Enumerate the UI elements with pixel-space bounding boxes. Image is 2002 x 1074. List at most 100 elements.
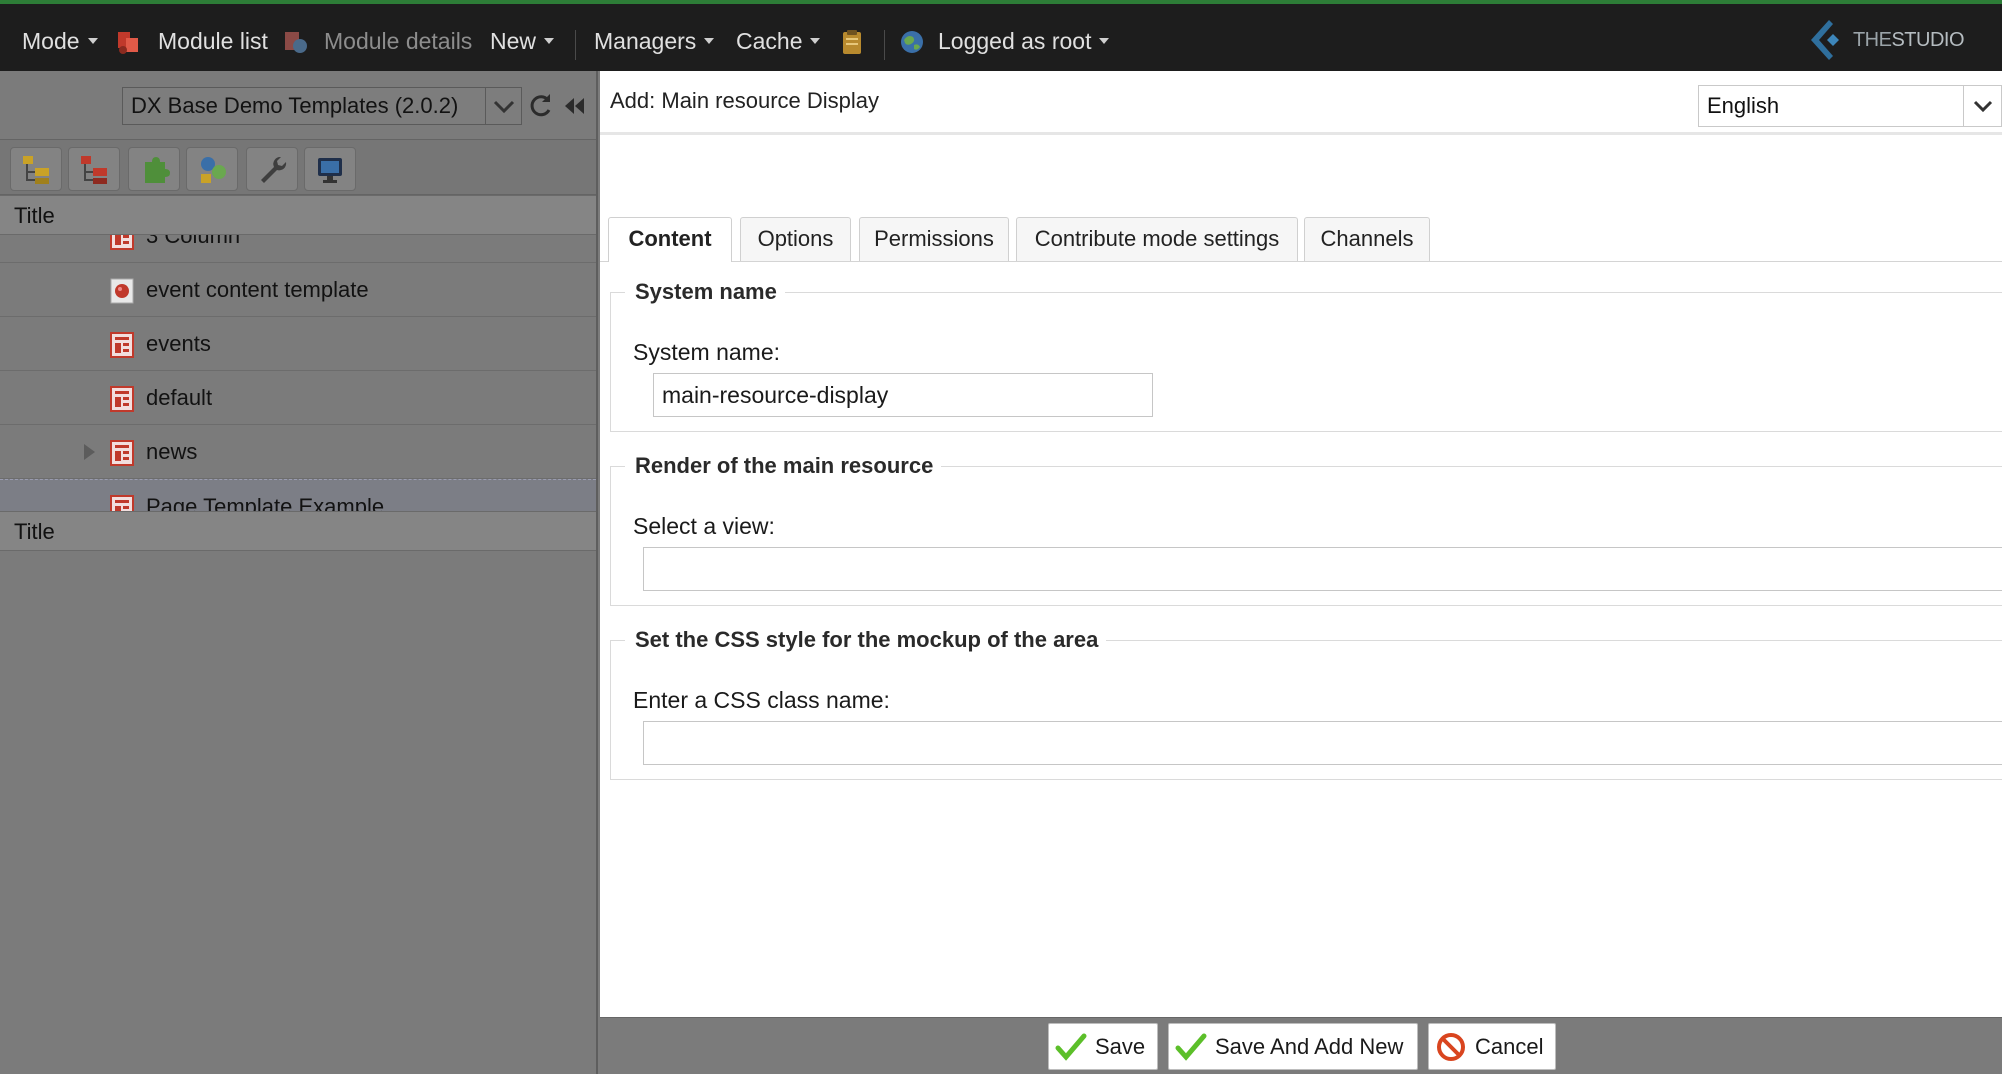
new-menu-label: New — [490, 28, 537, 54]
chevron-down-icon — [493, 100, 515, 114]
tree-toolbar — [0, 139, 596, 195]
save-button[interactable]: Save — [1048, 1023, 1158, 1070]
collapse-panel-icon[interactable] — [560, 91, 588, 121]
language-select[interactable]: English — [1698, 85, 2002, 127]
tab-content[interactable]: Content — [608, 217, 732, 262]
tree-item-label: default — [146, 385, 213, 410]
group-legend: Set the CSS style for the mockup of the … — [625, 628, 1107, 652]
managers-menu[interactable]: Managers — [594, 8, 715, 75]
cache-menu[interactable]: Cache — [736, 8, 821, 75]
css-style-group: Set the CSS style for the mockup of the … — [610, 628, 2002, 780]
tab-contribute-mode-settings[interactable]: Contribute mode settings — [1016, 217, 1298, 261]
system-name-label: System name: — [633, 339, 780, 365]
chevron-down-icon — [1099, 37, 1110, 44]
form-header: Add: Main resource Display English — [600, 71, 2002, 135]
system-name-group: System name System name: main-resource-d… — [610, 280, 2002, 432]
cancel-button-label: Cancel — [1475, 1034, 1544, 1059]
tree-item-label: news — [146, 439, 198, 464]
form-title: Add: Main resource Display — [610, 88, 880, 113]
tree-item-label: 3 Column — [146, 235, 241, 248]
module-details-label: Module details — [324, 28, 473, 54]
module-details-icon — [285, 32, 307, 53]
menu-divider — [575, 30, 576, 60]
user-menu[interactable]: Logged as root — [938, 8, 1110, 75]
brand-prefix: THE — [1852, 28, 1892, 51]
tree-item-label: events — [146, 331, 211, 356]
content-template-icon — [110, 278, 134, 304]
tree-item[interactable]: events — [0, 317, 596, 371]
module-select[interactable]: DX Base Demo Templates (2.0.2) — [122, 87, 522, 125]
group-legend: Render of the main resource — [625, 454, 942, 478]
tree-item[interactable]: event content template — [0, 263, 596, 317]
chevron-down-icon — [704, 37, 715, 44]
chevron-down-icon — [87, 37, 98, 44]
clipboard-icon[interactable] — [838, 28, 866, 56]
select-view-label: Select a view: — [633, 513, 775, 539]
module-list-menu[interactable]: Module list — [158, 8, 268, 75]
monitor-icon — [318, 158, 342, 183]
tab-permissions[interactable]: Permissions — [859, 217, 1009, 261]
wrench-icon — [261, 156, 287, 183]
user-menu-label: Logged as root — [938, 28, 1092, 54]
tab-options[interactable]: Options — [740, 217, 851, 261]
group-legend: System name — [625, 280, 785, 304]
brand-suffix: STUDIO — [1891, 28, 1964, 51]
secondary-column-header[interactable]: Title — [0, 511, 596, 551]
chevron-down-icon — [810, 37, 821, 44]
new-menu[interactable]: New — [490, 8, 555, 75]
save-and-add-new-label: Save And Add New — [1215, 1034, 1404, 1059]
cancel-button[interactable]: Cancel — [1428, 1023, 1556, 1070]
module-select-dropdown-button[interactable] — [485, 88, 521, 124]
module-list-label: Module list — [158, 28, 268, 54]
tree-item[interactable]: news — [0, 425, 596, 479]
menu-divider — [884, 30, 885, 60]
tab-label: Options — [757, 226, 834, 251]
tab-channels[interactable]: Channels — [1304, 217, 1430, 261]
tab-label: Permissions — [874, 226, 994, 251]
mode-menu-label: Mode — [22, 28, 80, 54]
form-tabs: Content Options Permissions Contribute m… — [600, 146, 2002, 262]
tree-item[interactable]: 3 Column — [0, 235, 596, 263]
template-tree-red-button[interactable] — [68, 147, 120, 191]
display-button[interactable] — [304, 147, 356, 191]
tab-label: Contribute mode settings — [1034, 226, 1280, 251]
brand-logo: THESTUDIO — [1807, 18, 1964, 62]
plugins-button[interactable] — [128, 147, 180, 191]
tree-item-selected[interactable]: Page Template Example — [0, 479, 596, 511]
refresh-icon[interactable] — [526, 91, 554, 121]
settings-button[interactable] — [246, 147, 298, 191]
template-tree-red-icon — [81, 156, 107, 184]
checkmark-icon — [1055, 1033, 1087, 1061]
column-header-title: Title — [14, 203, 55, 228]
module-tree-panel: DX Base Demo Templates (2.0.2) Title 3 C… — [0, 71, 598, 1074]
components-button[interactable] — [186, 147, 238, 191]
expand-arrow-icon[interactable] — [84, 444, 95, 460]
cache-menu-label: Cache — [736, 28, 803, 54]
template-tree-button[interactable] — [10, 147, 62, 191]
tree-item-label: event content template — [146, 277, 369, 302]
tree-item-label: Page Template Example — [146, 494, 385, 511]
save-and-add-new-button[interactable]: Save And Add New — [1168, 1023, 1418, 1070]
page-template-icon — [110, 386, 134, 412]
tree-column-header[interactable]: Title — [0, 195, 596, 235]
render-main-resource-group: Render of the main resource Select a vie… — [610, 454, 2002, 606]
managers-menu-label: Managers — [594, 28, 697, 54]
language-dropdown-button[interactable] — [1963, 86, 2001, 126]
tab-label: Channels — [1320, 226, 1414, 251]
mode-menu[interactable]: Mode — [22, 8, 98, 75]
brand-chevron-icon — [1810, 20, 1839, 60]
components-icon — [201, 157, 226, 183]
page-template-icon — [110, 332, 134, 358]
system-name-input[interactable]: main-resource-display — [653, 373, 1153, 417]
module-details-menu[interactable]: Module details — [324, 8, 472, 75]
css-class-input[interactable] — [643, 721, 2002, 765]
chevron-down-icon — [1973, 100, 1993, 113]
puzzle-icon — [145, 157, 170, 183]
page-template-icon — [110, 495, 134, 511]
tree-item[interactable]: default — [0, 371, 596, 425]
module-select-value: DX Base Demo Templates (2.0.2) — [131, 93, 459, 118]
brand-name: THESTUDIO — [1852, 28, 1965, 52]
module-list-icon — [118, 32, 138, 54]
tab-label: Content — [628, 226, 712, 251]
select-view-input[interactable] — [643, 547, 2002, 591]
